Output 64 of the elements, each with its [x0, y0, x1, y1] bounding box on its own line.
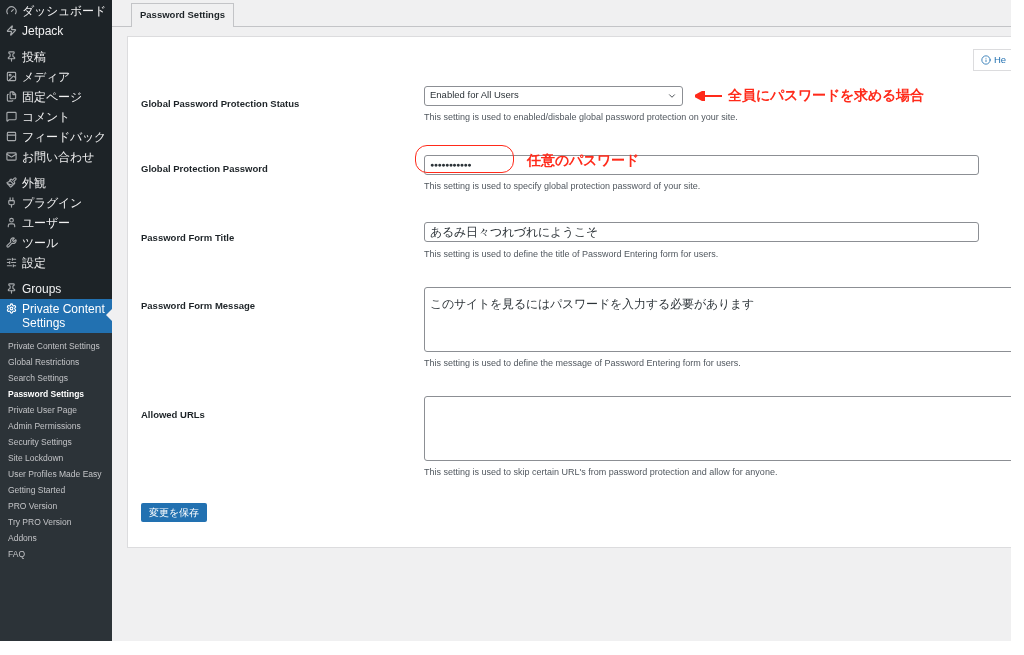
pin-icon — [6, 51, 17, 62]
wrench-icon — [6, 237, 17, 248]
annotation-text: 任意のパスワード — [527, 151, 639, 170]
submenu-item[interactable]: Try PRO Version — [0, 514, 112, 530]
image-icon — [6, 71, 17, 82]
sidebar-menu-item[interactable]: 設定 — [22, 256, 46, 270]
field-description: This setting is used to define the title of Password Entering form for users. — [424, 248, 720, 260]
field-label: Global Password Protection Status — [141, 98, 300, 109]
form-icon — [6, 131, 17, 142]
submenu-item[interactable]: Search Settings — [0, 370, 112, 386]
bolt-icon — [6, 25, 17, 36]
sidebar-menu-item[interactable]: 外観 — [22, 176, 46, 190]
submenu-item[interactable]: Site Lockdown — [0, 450, 112, 466]
field-description: This setting is used to specify global protection password of your site. — [424, 180, 702, 192]
help-button[interactable]: He — [973, 49, 1011, 71]
save-button[interactable]: 変更を保存 — [141, 502, 207, 522]
sidebar-menu-item[interactable]: 投稿 — [22, 50, 46, 64]
sidebar-menu-item[interactable]: お問い合わせ — [22, 150, 94, 164]
settings-icon — [6, 303, 17, 314]
field-label: Password Form Message — [141, 299, 256, 311]
text-area[interactable]: このサイトを見るにはパスワードを入力する必要があります — [424, 286, 1011, 352]
sidebar-menu-item[interactable]: メディア — [22, 70, 70, 84]
brush-icon — [6, 177, 17, 188]
sliders-icon — [6, 257, 17, 268]
sidebar-menu-item[interactable]: コメント — [22, 110, 70, 124]
field-label: Allowed URLs — [141, 408, 205, 420]
sidebar-menu-item[interactable]: ダッシュボード — [22, 4, 106, 18]
sidebar-menu-item[interactable]: Groups — [22, 282, 62, 296]
sidebar-menu-item[interactable]: フィードバック — [22, 130, 106, 144]
field-label: Password Form Title — [141, 231, 235, 243]
pages-icon — [6, 91, 17, 102]
field-description: This setting is used to enabled/disbale global password protection on your site. — [424, 112, 739, 123]
sidebar-menu-item[interactable]: ユーザー — [22, 216, 70, 230]
status-select[interactable]: Enabled for All Users — [424, 85, 683, 106]
submenu-item[interactable]: PRO Version — [0, 498, 112, 514]
submenu-item[interactable]: Private Content Settings — [0, 338, 112, 354]
annotation-text: 全員にパスワードを求める場合 — [728, 86, 924, 105]
sidebar-menu-item[interactable]: 固定ページ — [22, 90, 82, 104]
submenu-item[interactable]: Getting Started — [0, 482, 112, 498]
field-description: This setting is used to define the message of Password Entering form for users. — [424, 357, 742, 369]
field-label: Global Protection Password — [141, 163, 268, 174]
submenu-item[interactable]: Password Settings — [0, 386, 112, 402]
envelope-icon — [6, 151, 17, 162]
text-field[interactable]: あるみ日々つれづれにようこそ — [424, 222, 979, 242]
speech-bubble-icon — [6, 111, 17, 122]
field-description: This setting is used to skip certain URL's from password protection and allow for anyone. — [424, 466, 779, 478]
sidebar-menu-item[interactable]: プラグイン — [22, 196, 82, 210]
submenu-item[interactable]: Private User Page — [0, 402, 112, 418]
sidebar-menu-item[interactable]: ツール — [22, 236, 58, 250]
settings-tab[interactable]: Password Settings — [131, 3, 234, 27]
submenu-item[interactable]: Addons — [0, 530, 112, 546]
plug-icon — [6, 197, 17, 208]
submenu-item[interactable]: Global Restrictions — [0, 354, 112, 370]
info-icon — [981, 55, 991, 65]
user-icon — [6, 217, 17, 228]
annotation-arrow — [695, 90, 722, 101]
sidebar-menu-item[interactable]: Jetpack — [22, 24, 64, 38]
gauge-icon — [6, 5, 17, 16]
submenu-item[interactable]: Admin Permissions — [0, 418, 112, 434]
text-area[interactable] — [424, 395, 1011, 461]
pin-icon — [6, 283, 17, 294]
submenu-item[interactable]: FAQ — [0, 546, 112, 562]
submenu-item[interactable]: User Profiles Made Easy — [0, 466, 112, 482]
submenu-item[interactable]: Security Settings — [0, 434, 112, 450]
